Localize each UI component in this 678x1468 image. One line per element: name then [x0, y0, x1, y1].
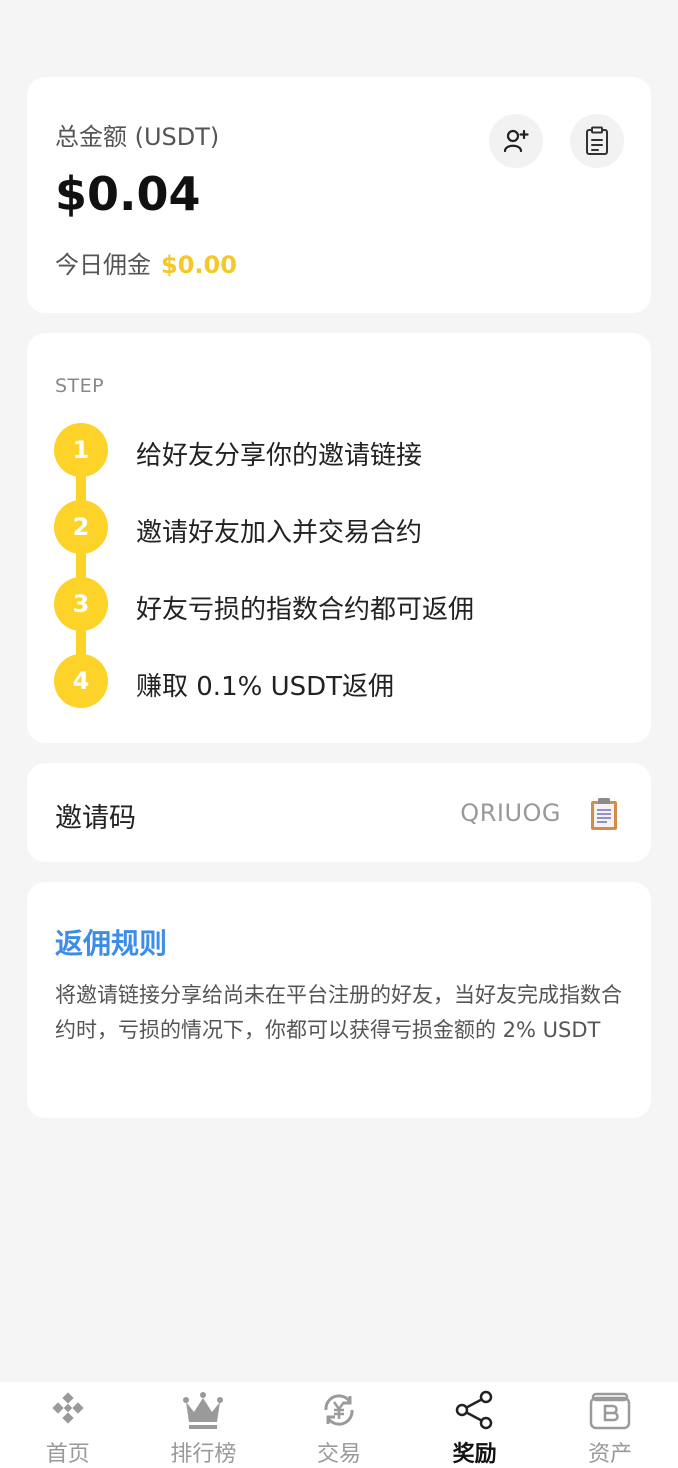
invite-code-card: 邀请码 QRIUOG — [27, 763, 651, 862]
invite-code-value: QRIUOG — [460, 799, 561, 827]
tab-label: 资产 — [588, 1442, 633, 1467]
invite-code-label: 邀请码 — [55, 803, 136, 834]
wallet-bitcoin-icon — [589, 1392, 631, 1430]
tab-leaderboard[interactable]: 排行榜 — [136, 1382, 272, 1468]
step-number-badge: 3 — [54, 577, 108, 631]
bottom-tab-bar: 首页 排行榜 交易 奖励 资产 — [0, 1382, 678, 1468]
tab-label: 交易 — [316, 1442, 361, 1467]
steps-connector-line — [76, 463, 86, 683]
total-amount-value: $0.04 — [55, 167, 201, 221]
invite-friend-button[interactable] — [489, 114, 543, 168]
summary-card: 总金额 (USDT) $0.04 今日佣金 $0.00 — [27, 77, 651, 313]
step-text: 赚取 0.1% USDT返佣 — [136, 672, 395, 702]
step-item: 3 好友亏损的指数合约都可返佣 — [54, 577, 614, 631]
tab-home[interactable]: 首页 — [0, 1382, 136, 1468]
add-friend-icon — [503, 129, 529, 153]
records-button[interactable] — [570, 114, 624, 168]
rules-description: 将邀请链接分享给尚未在平台注册的好友，当好友完成指数合约时，亏损的情况下，你都可… — [55, 983, 622, 1042]
step-item: 4 赚取 0.1% USDT返佣 — [54, 654, 614, 708]
tab-label: 奖励 — [452, 1442, 497, 1467]
steps-card: STEP 1 给好友分享你的邀请链接 2 邀请好友加入并交易合约 3 好友亏损的… — [27, 333, 651, 743]
tab-trade[interactable]: 交易 — [271, 1382, 407, 1468]
rules-title: 返佣规则 — [55, 927, 168, 960]
copy-invite-code-button[interactable] — [589, 797, 619, 835]
step-text: 给好友分享你的邀请链接 — [136, 441, 423, 471]
steps-title: STEP — [55, 375, 105, 397]
share-icon — [455, 1390, 492, 1430]
tab-label: 首页 — [45, 1442, 90, 1467]
total-amount-label: 总金额 (USDT) — [55, 123, 220, 151]
step-text: 邀请好友加入并交易合约 — [136, 518, 423, 548]
exchange-yen-icon — [324, 1394, 354, 1426]
clipboard-icon — [586, 126, 608, 155]
today-commission-value: $0.00 — [161, 251, 237, 279]
today-commission-label: 今日佣金 — [55, 251, 151, 279]
tab-assets[interactable]: 资产 — [542, 1382, 678, 1468]
step-item: 1 给好友分享你的邀请链接 — [54, 423, 614, 477]
step-number-badge: 4 — [54, 654, 108, 708]
step-number-badge: 2 — [54, 500, 108, 554]
today-commission: 今日佣金 $0.00 — [55, 245, 237, 280]
tab-rewards[interactable]: 奖励 — [407, 1382, 543, 1468]
tab-label: 排行榜 — [170, 1442, 237, 1467]
rules-card: 返佣规则 将邀请链接分享给尚未在平台注册的好友，当好友完成指数合约时，亏损的情况… — [27, 882, 651, 1118]
step-item: 2 邀请好友加入并交易合约 — [54, 500, 614, 554]
step-number-badge: 1 — [54, 423, 108, 477]
crown-icon — [183, 1392, 224, 1429]
copy-clipboard-icon — [591, 798, 617, 830]
home-diamond-icon — [52, 1392, 84, 1424]
step-text: 好友亏损的指数合约都可返佣 — [136, 595, 475, 625]
